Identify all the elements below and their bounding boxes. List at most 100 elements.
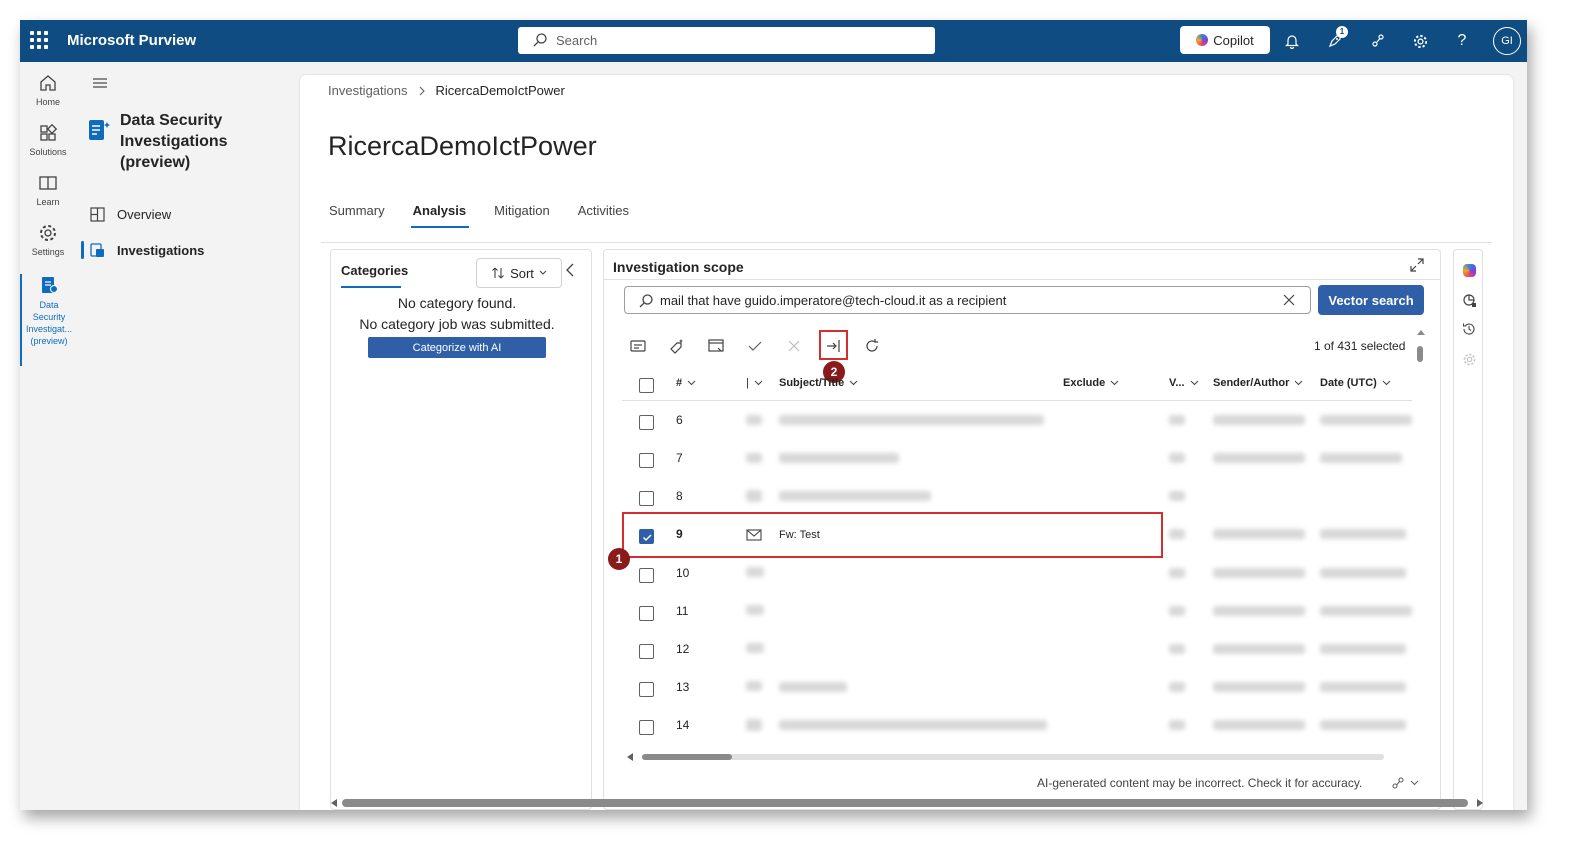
categories-title[interactable]: Categories bbox=[341, 263, 408, 278]
hamburger-icon[interactable] bbox=[92, 76, 108, 90]
redacted-date bbox=[1320, 644, 1406, 654]
scroll-left-icon[interactable] bbox=[330, 798, 338, 808]
refresh-icon[interactable] bbox=[862, 336, 882, 356]
column-header-date[interactable]: Date (UTC) bbox=[1320, 377, 1391, 389]
row-checkbox[interactable] bbox=[639, 644, 654, 659]
sort-label: Sort bbox=[510, 265, 534, 281]
rail-item-solutions[interactable]: Solutions bbox=[20, 122, 76, 157]
horizontal-scrollbar[interactable] bbox=[624, 750, 1414, 762]
select-all-checkbox[interactable] bbox=[639, 378, 654, 393]
redacted-date bbox=[1320, 720, 1406, 730]
brand-title[interactable]: Microsoft Purview bbox=[67, 32, 196, 49]
row-number: 12 bbox=[676, 642, 690, 656]
redacted-subject bbox=[779, 491, 931, 501]
selection-count: 1 of 431 selected bbox=[1314, 339, 1406, 353]
copilot-label: Copilot bbox=[1213, 32, 1254, 48]
row-checkbox[interactable] bbox=[639, 568, 654, 583]
feedback-icon[interactable] bbox=[1391, 776, 1421, 790]
row-checkbox[interactable] bbox=[639, 720, 654, 735]
tab-analysis[interactable]: Analysis bbox=[410, 203, 470, 228]
categorize-ai-button[interactable]: Categorize with AI bbox=[368, 337, 546, 358]
column-header-v[interactable]: V... bbox=[1169, 377, 1199, 389]
redacted-type bbox=[746, 719, 762, 731]
row-checkbox[interactable] bbox=[639, 491, 654, 506]
sort-button[interactable]: Sort bbox=[476, 258, 562, 288]
investigations-icon bbox=[90, 242, 104, 257]
scroll-up-icon[interactable] bbox=[1416, 328, 1426, 336]
vertical-scrollbar[interactable] bbox=[1417, 346, 1423, 362]
collapse-chevron-icon[interactable] bbox=[565, 263, 575, 277]
column-header-sender[interactable]: Sender/Author bbox=[1213, 377, 1303, 389]
column-header-number[interactable]: # bbox=[676, 377, 696, 389]
row-number: 8 bbox=[676, 489, 683, 503]
row-checkbox[interactable] bbox=[639, 682, 654, 697]
chevron-down-icon bbox=[1190, 380, 1198, 386]
grid-icon bbox=[90, 206, 105, 222]
redacted-v bbox=[1169, 606, 1185, 616]
copilot-icon[interactable] bbox=[1459, 260, 1479, 280]
nav-item-investigations[interactable]: Investigations bbox=[81, 238, 290, 262]
global-search[interactable] bbox=[518, 27, 935, 54]
rail-label: Learn bbox=[36, 197, 60, 207]
tab-mitigation[interactable]: Mitigation bbox=[494, 203, 550, 228]
row-checkbox[interactable] bbox=[639, 453, 654, 468]
redacted-date bbox=[1320, 415, 1412, 425]
row-checkbox[interactable] bbox=[639, 415, 654, 430]
side-tools-rail bbox=[1453, 249, 1483, 810]
top-bar: Microsoft Purview Copilot 1 ? GI bbox=[20, 20, 1527, 62]
window-icon[interactable] bbox=[706, 336, 726, 356]
breadcrumb-root-link[interactable]: Investigations bbox=[328, 83, 408, 98]
tab-activities[interactable]: Activities bbox=[578, 203, 629, 228]
help-icon[interactable]: ? bbox=[1452, 31, 1472, 51]
close-icon[interactable] bbox=[1282, 293, 1296, 307]
page-horizontal-scrollbar[interactable] bbox=[330, 797, 1490, 809]
row-number: 10 bbox=[676, 566, 690, 580]
column-header-subject[interactable]: Subject/Title bbox=[779, 377, 858, 389]
scroll-right-icon[interactable] bbox=[1476, 798, 1484, 808]
column-header-exclude[interactable]: Exclude bbox=[1063, 377, 1119, 389]
ai-tag-icon[interactable] bbox=[667, 336, 687, 356]
redacted-type bbox=[746, 415, 762, 425]
bell-icon[interactable] bbox=[1282, 31, 1302, 51]
rail-item-learn[interactable]: Learn bbox=[20, 172, 76, 207]
checkmark-icon[interactable] bbox=[745, 336, 765, 356]
redacted-sender bbox=[1213, 453, 1305, 463]
chevron-down-icon bbox=[1295, 380, 1303, 386]
row-checkbox[interactable] bbox=[639, 606, 654, 621]
rail-item-home[interactable]: Home bbox=[20, 72, 76, 107]
app-launcher-icon[interactable] bbox=[30, 31, 48, 49]
nav-item-overview[interactable]: Overview bbox=[90, 202, 290, 226]
scrollbar-thumb[interactable] bbox=[342, 799, 1468, 807]
people-connect-icon[interactable] bbox=[1368, 31, 1388, 51]
data-security-icon bbox=[89, 120, 110, 140]
tabs-divider bbox=[321, 242, 1492, 243]
scrollbar-thumb[interactable] bbox=[642, 754, 732, 760]
analytics-icon[interactable] bbox=[1459, 290, 1479, 310]
categories-panel: Categories Sort No category found. No ca… bbox=[330, 249, 592, 810]
callout-badge-1: 1 bbox=[608, 548, 630, 570]
move-button-highlight bbox=[819, 330, 848, 360]
preview-icon[interactable] bbox=[628, 336, 648, 356]
empty-state-message: No category job was submitted. bbox=[359, 316, 555, 332]
breadcrumb: Investigations RicercaDemoIctPower bbox=[328, 83, 565, 98]
column-header-type[interactable]: | bbox=[746, 377, 763, 389]
rail-item-data-security[interactable]: Data Security Investigat... (preview) bbox=[20, 274, 76, 366]
rail-item-settings[interactable]: Settings bbox=[20, 222, 76, 257]
redacted-v bbox=[1169, 529, 1185, 539]
gear-icon[interactable] bbox=[1410, 31, 1430, 51]
search-input[interactable] bbox=[556, 31, 916, 50]
query-input[interactable] bbox=[660, 292, 1260, 309]
redacted-type bbox=[746, 490, 762, 502]
page-title: RicercaDemoIctPower bbox=[328, 131, 597, 161]
copilot-button[interactable]: Copilot bbox=[1180, 26, 1270, 54]
scroll-left-icon[interactable] bbox=[626, 752, 634, 762]
expand-icon[interactable] bbox=[1410, 258, 1424, 272]
row-number: 7 bbox=[676, 451, 683, 465]
user-avatar[interactable]: GI bbox=[1493, 27, 1521, 55]
history-icon[interactable] bbox=[1459, 319, 1479, 339]
tab-summary[interactable]: Summary bbox=[329, 203, 385, 228]
vector-search-button[interactable]: Vector search bbox=[1318, 285, 1424, 315]
query-box[interactable] bbox=[624, 286, 1311, 314]
redacted-subject bbox=[779, 682, 847, 692]
book-icon bbox=[39, 176, 57, 190]
